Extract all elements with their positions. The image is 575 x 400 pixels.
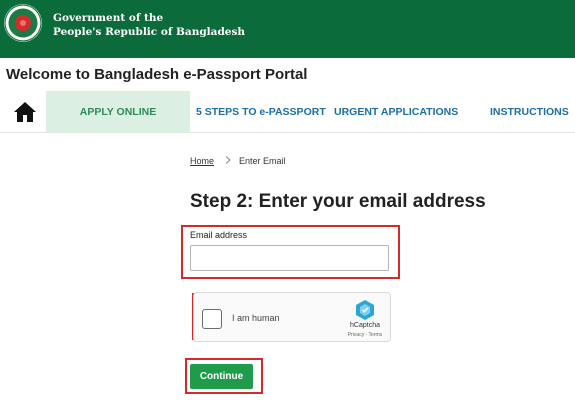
home-button[interactable] bbox=[13, 101, 37, 123]
government-name-line2: People's Republic of Bangladesh bbox=[53, 26, 246, 38]
breadcrumb-home-link[interactable]: Home bbox=[190, 156, 214, 166]
email-label: Email address bbox=[190, 230, 248, 240]
hcaptcha-logo-icon bbox=[354, 299, 376, 321]
nav-urgent-applications[interactable]: URGENT APPLICATIONS bbox=[334, 91, 458, 133]
chevron-right-icon bbox=[225, 156, 231, 166]
nav-instructions[interactable]: INSTRUCTIONS bbox=[490, 91, 569, 133]
home-icon bbox=[14, 102, 36, 122]
bangladesh-emblem-logo bbox=[4, 4, 42, 42]
breadcrumb: Home Enter Email bbox=[190, 156, 286, 166]
nav-5-steps-to-e-passport[interactable]: 5 STEPS TO e-PASSPORT bbox=[196, 91, 326, 133]
continue-button[interactable]: Continue bbox=[190, 364, 253, 389]
captcha-label: I am human bbox=[232, 313, 280, 323]
captcha-checkbox[interactable] bbox=[202, 309, 222, 329]
breadcrumb-current: Enter Email bbox=[239, 156, 286, 166]
portal-title: Welcome to Bangladesh e-Passport Portal bbox=[6, 66, 308, 83]
government-name-line1: Government of the bbox=[53, 12, 164, 24]
government-header: Government of the People's Republic of B… bbox=[0, 0, 575, 58]
main-navigation: APPLY ONLINE 5 STEPS TO e-PASSPORT URGEN… bbox=[0, 91, 575, 133]
government-name: Government of the People's Republic of B… bbox=[53, 11, 245, 39]
page-title: Step 2: Enter your email address bbox=[190, 191, 486, 212]
captcha-privacy-terms-links[interactable]: Privacy - Terms bbox=[341, 332, 389, 338]
email-input[interactable] bbox=[190, 245, 389, 271]
nav-apply-online[interactable]: APPLY ONLINE bbox=[46, 91, 190, 133]
hcaptcha-brand: hCaptcha bbox=[350, 322, 380, 329]
emblem-graphic bbox=[4, 4, 42, 42]
hcaptcha-widget: I am human hCaptcha Privacy - Terms bbox=[193, 292, 391, 342]
